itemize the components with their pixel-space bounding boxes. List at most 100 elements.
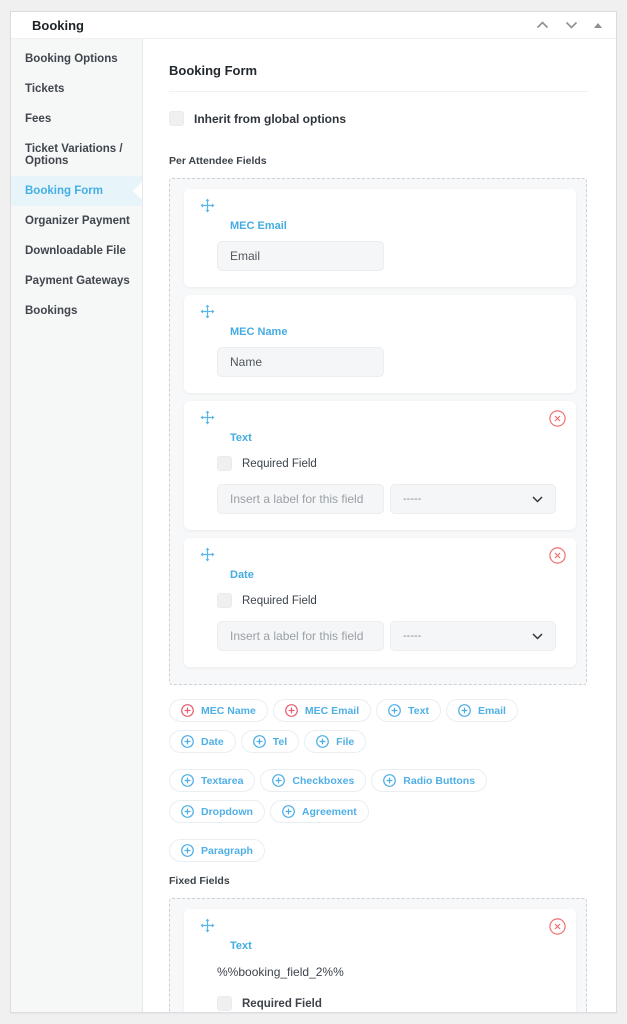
sidebar-item-booking-form[interactable]: Booking Form <box>11 176 142 206</box>
field-type-label: Date <box>230 569 562 581</box>
plus-circle-icon <box>458 704 471 717</box>
plus-circle-icon <box>253 735 266 748</box>
add-agreement-button[interactable]: Agreement <box>270 800 369 823</box>
remove-circle-icon <box>549 918 566 935</box>
remove-field-button[interactable] <box>549 410 566 427</box>
per-attendee-fields-label: Per Attendee Fields <box>169 155 587 167</box>
sidebar-item-payment-gateways[interactable]: Payment Gateways <box>11 266 142 296</box>
move-icon <box>200 304 215 319</box>
add-dropdown-button[interactable]: Dropdown <box>169 800 265 823</box>
required-field-checkbox[interactable] <box>217 996 232 1011</box>
required-field-label: Required Field <box>242 998 322 1010</box>
field-label-input[interactable] <box>217 484 384 514</box>
select-value: ----- <box>403 630 421 642</box>
drag-handle[interactable] <box>200 304 215 319</box>
metabox-title: Booking <box>32 18 84 33</box>
settings-sidebar: Booking Options Tickets Fees Ticket Vari… <box>11 39 143 1012</box>
plus-circle-icon <box>285 704 298 717</box>
plus-circle-icon <box>181 844 194 857</box>
add-checkboxes-button[interactable]: Checkboxes <box>260 769 366 792</box>
per-attendee-drop-zone: MEC Email MEC Name <box>169 178 587 685</box>
move-up-button[interactable] <box>534 19 551 31</box>
field-label-input[interactable] <box>217 621 384 651</box>
required-field-row: Required Field <box>217 593 562 608</box>
move-icon <box>200 918 215 933</box>
sidebar-item-booking-options[interactable]: Booking Options <box>11 44 142 74</box>
plus-circle-icon <box>282 805 295 818</box>
inherit-global-row: Inherit from global options <box>169 111 587 126</box>
required-field-label: Required Field <box>242 595 317 607</box>
sidebar-item-ticket-variations[interactable]: Ticket Variations / Options <box>11 134 142 176</box>
metabox-controls <box>534 19 604 31</box>
field-card-mec-name: MEC Name <box>184 295 576 393</box>
drag-handle[interactable] <box>200 547 215 562</box>
fixed-fields-label: Fixed Fields <box>169 875 587 887</box>
plus-circle-icon <box>388 704 401 717</box>
remove-circle-icon <box>549 410 566 427</box>
field-card-text: Text Required Field ----- <box>184 401 576 530</box>
sidebar-item-bookings[interactable]: Bookings <box>11 296 142 326</box>
drag-handle[interactable] <box>200 198 215 213</box>
per-attendee-add-buttons: MEC Name MEC Email Text Email Date Tel F… <box>169 699 587 862</box>
field-value-input[interactable] <box>217 241 384 271</box>
drag-handle[interactable] <box>200 918 215 933</box>
add-tel-button[interactable]: Tel <box>241 730 299 753</box>
field-type-label: MEC Email <box>230 220 562 232</box>
move-down-button[interactable] <box>563 19 580 31</box>
inherit-global-label: Inherit from global options <box>194 112 346 126</box>
sidebar-item-downloadable-file[interactable]: Downloadable File <box>11 236 142 266</box>
remove-field-button[interactable] <box>549 547 566 564</box>
field-type-label: Text <box>230 432 562 444</box>
triangle-up-icon <box>594 23 602 28</box>
fixed-fields-drop-zone: Text %%booking_field_2%% Required Field <box>169 898 587 1012</box>
booking-form-panel: Booking Form Inherit from global options… <box>143 39 616 1012</box>
toggle-panel-button[interactable] <box>592 21 604 30</box>
sidebar-item-fees[interactable]: Fees <box>11 104 142 134</box>
chevron-up-icon <box>536 21 549 29</box>
field-inputs-row: ----- <box>200 471 562 514</box>
select-value: ----- <box>403 493 421 505</box>
chevron-down-icon <box>565 21 578 29</box>
required-field-checkbox[interactable] <box>217 593 232 608</box>
plus-circle-icon <box>181 704 194 717</box>
move-icon <box>200 547 215 562</box>
add-radio-buttons-button[interactable]: Radio Buttons <box>371 769 487 792</box>
field-shortcode: %%booking_field_2%% <box>217 965 562 979</box>
remove-field-button[interactable] <box>549 918 566 935</box>
plus-circle-icon <box>272 774 285 787</box>
field-type-select[interactable]: ----- <box>390 484 556 514</box>
add-email-button[interactable]: Email <box>446 699 518 722</box>
add-textarea-button[interactable]: Textarea <box>169 769 255 792</box>
field-card-mec-email: MEC Email <box>184 189 576 287</box>
field-value-input[interactable] <box>217 347 384 377</box>
field-card-date: Date Required Field ----- <box>184 538 576 667</box>
chevron-down-icon <box>532 633 543 640</box>
add-date-button[interactable]: Date <box>169 730 236 753</box>
required-field-label: Required Field <box>242 458 317 470</box>
field-type-label: MEC Name <box>230 326 562 338</box>
remove-circle-icon <box>549 547 566 564</box>
plus-circle-icon <box>181 774 194 787</box>
add-mec-name-button[interactable]: MEC Name <box>169 699 268 722</box>
add-mec-email-button[interactable]: MEC Email <box>273 699 371 722</box>
booking-metabox: Booking Booking Options Tickets Fees Tic… <box>10 11 617 1013</box>
sidebar-item-organizer-payment[interactable]: Organizer Payment <box>11 206 142 236</box>
inherit-global-checkbox[interactable] <box>169 111 184 126</box>
field-type-select[interactable]: ----- <box>390 621 556 651</box>
required-field-checkbox[interactable] <box>217 456 232 471</box>
add-text-button[interactable]: Text <box>376 699 441 722</box>
move-icon <box>200 410 215 425</box>
move-icon <box>200 198 215 213</box>
field-inputs-row: ----- <box>200 608 562 651</box>
plus-circle-icon <box>181 805 194 818</box>
plus-circle-icon <box>383 774 396 787</box>
required-field-row: Required Field <box>217 996 562 1011</box>
chevron-down-icon <box>532 496 543 503</box>
plus-circle-icon <box>181 735 194 748</box>
sidebar-item-tickets[interactable]: Tickets <box>11 74 142 104</box>
add-file-button[interactable]: File <box>304 730 366 753</box>
add-paragraph-button[interactable]: Paragraph <box>169 839 265 862</box>
field-type-label: Text <box>230 940 562 952</box>
metabox-body: Booking Options Tickets Fees Ticket Vari… <box>11 39 616 1012</box>
drag-handle[interactable] <box>200 410 215 425</box>
